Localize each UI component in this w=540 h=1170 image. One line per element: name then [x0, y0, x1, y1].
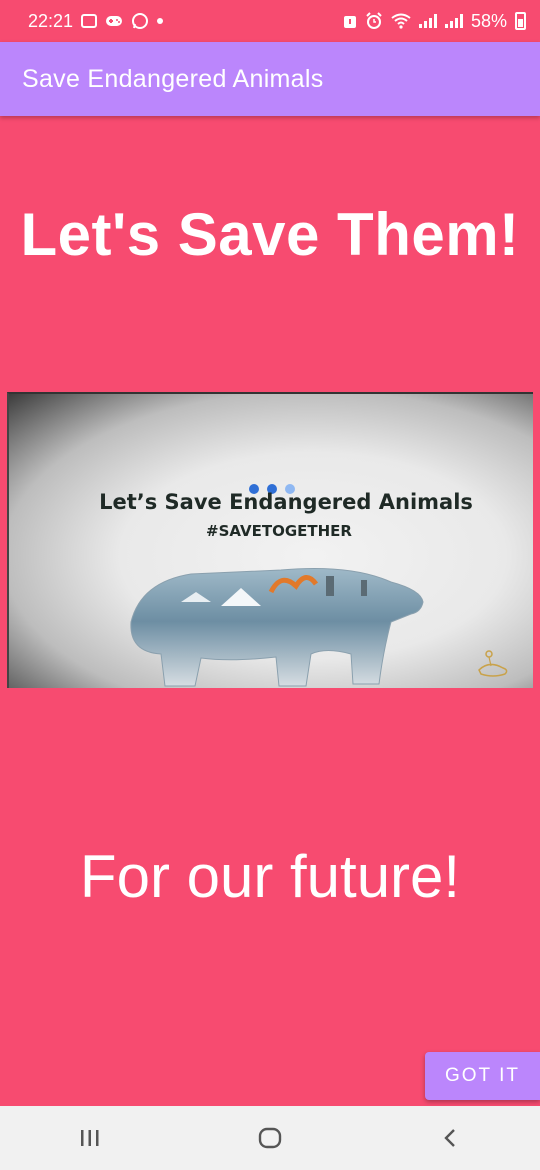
whatsapp-icon	[132, 13, 149, 29]
status-bar: 22:21 58%	[0, 0, 540, 42]
signal-icon	[418, 14, 437, 28]
signal-icon	[444, 14, 463, 28]
banner-image: Let’s Save Endangered Animals #SAVETOGET…	[7, 392, 533, 688]
navigation-bar	[0, 1106, 540, 1170]
status-left: 22:21	[28, 10, 164, 32]
whale-logo-icon	[478, 650, 508, 677]
dot-icon	[157, 18, 164, 24]
status-right: 58%	[343, 11, 526, 32]
recents-button[interactable]	[60, 1113, 120, 1163]
headline-bottom: For our future!	[79, 843, 461, 910]
banner-title: Let’s Save Endangered Animals	[99, 490, 473, 514]
home-icon	[258, 1127, 282, 1149]
recents-icon	[81, 1130, 99, 1146]
back-button[interactable]	[420, 1113, 480, 1163]
home-button[interactable]	[240, 1113, 300, 1163]
battery-percent: 58%	[470, 10, 507, 31]
battery-icon	[515, 12, 526, 30]
gamepad-icon	[106, 16, 123, 26]
headline-top: Let's Save Them!	[20, 201, 520, 268]
wifi-icon	[391, 13, 411, 29]
polar-bear-illustration	[130, 568, 424, 687]
status-time: 22:21	[28, 10, 74, 31]
app-bar: Save Endangered Animals	[0, 42, 540, 116]
alert-icon	[343, 16, 356, 28]
banner-tag: #SAVETOGETHER	[206, 522, 352, 540]
app-title: Save Endangered Animals	[22, 64, 324, 93]
back-icon	[444, 1129, 455, 1147]
alarm-icon	[366, 12, 382, 29]
got-it-button[interactable]: GOT IT	[425, 1052, 540, 1100]
image-icon	[81, 14, 98, 28]
